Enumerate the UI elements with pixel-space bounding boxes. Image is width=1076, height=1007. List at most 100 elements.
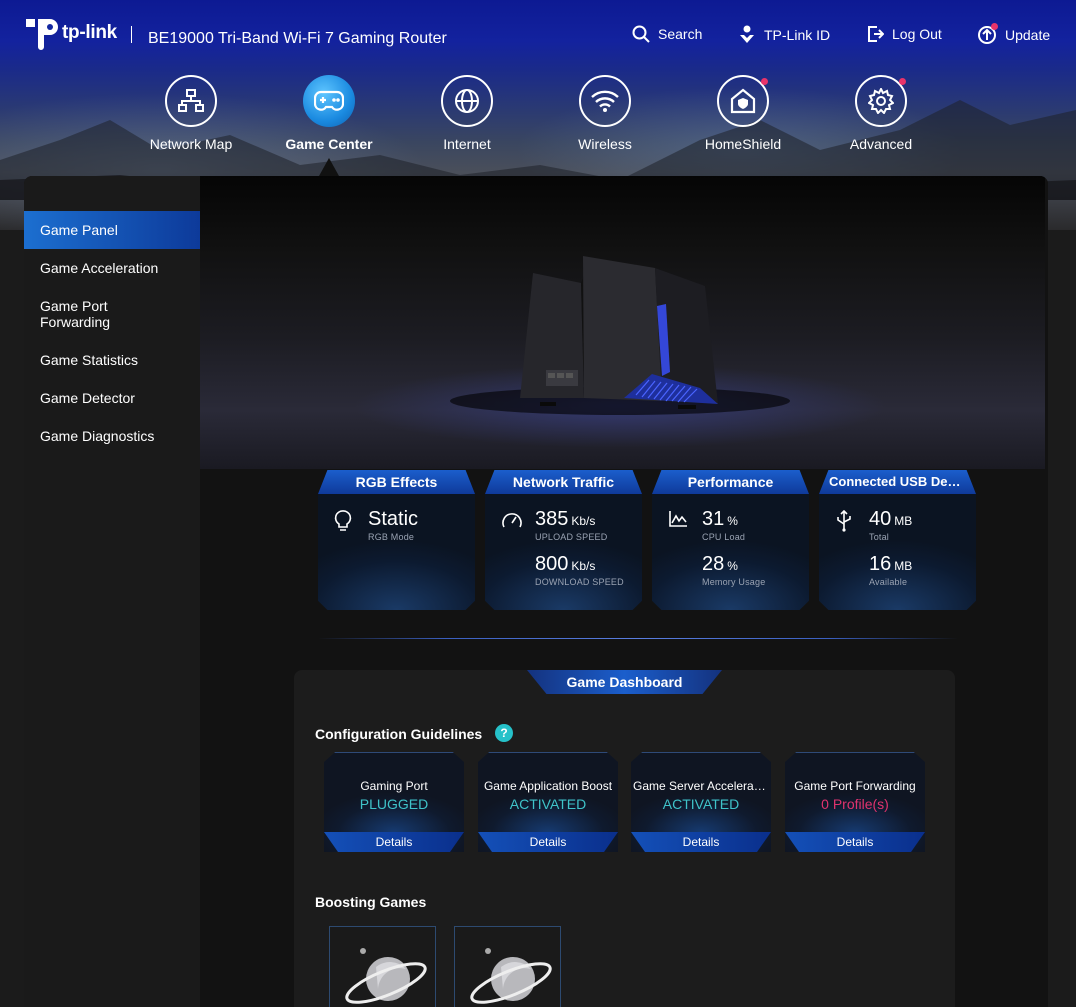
sidebar-item-label: Game Panel — [40, 222, 118, 238]
download-speed-caption: DOWNLOAD SPEED — [535, 577, 624, 587]
rgb-mode-row: Static RGB Mode — [368, 508, 418, 542]
search-button[interactable]: Search — [632, 25, 702, 43]
tplink-id-button[interactable]: TP-Link ID — [738, 25, 830, 45]
configuration-guidelines-heading: Configuration Guidelines — [315, 726, 483, 742]
config-card-name: Game Server Accelerati… — [633, 779, 771, 793]
usb-total-row: 40 MB Total — [869, 508, 912, 542]
update-button[interactable]: Update — [977, 23, 1050, 45]
usb-icon — [837, 510, 851, 532]
nav-network-map[interactable]: Network Map — [131, 75, 251, 152]
usb-devices-card[interactable]: Connected USB Devi… 40 MB Total 16 MB Avai… — [819, 470, 976, 610]
planet-icon — [345, 948, 427, 1004]
advanced-notification-dot — [899, 78, 906, 85]
tplink-logo[interactable]: tp-link — [24, 15, 117, 51]
performance-body: 31% CPU Load 28% Memory Usage — [652, 494, 809, 610]
usb-available-unit: MB — [894, 559, 913, 573]
tplink-id-icon — [740, 25, 754, 43]
network-traffic-card[interactable]: Network Traffic 385 Kb/s UPLOAD SPEED 800… — [485, 470, 642, 610]
homeshield-notification-dot — [761, 78, 768, 85]
sidebar-item-game-statistics[interactable]: Game Statistics — [24, 352, 200, 368]
rgb-effects-title: RGB Effects — [318, 470, 475, 494]
memory-usage-value: 28 — [702, 553, 725, 575]
game-application-boost-card: Game Application Boost ACTIVATED Details — [478, 752, 618, 852]
homeshield-icon — [730, 88, 756, 114]
usb-devices-body: 40 MB Total 16 MB Available — [819, 494, 976, 610]
game-port-forwarding-card: Game Port Forwarding 0 Profile(s) Detail… — [785, 752, 925, 852]
nav-internet-circle — [441, 75, 493, 127]
logout-button[interactable]: Log Out — [866, 25, 942, 43]
logout-label: Log Out — [892, 26, 942, 42]
sidebar-item-game-detector[interactable]: Game Detector — [24, 390, 200, 406]
nav-label: Internet — [443, 136, 491, 152]
search-icon — [632, 25, 650, 43]
performance-title: Performance — [652, 470, 809, 494]
nav-homeshield[interactable]: HomeShield — [683, 75, 803, 152]
upload-speed-unit: Kb/s — [571, 514, 596, 528]
help-icon[interactable]: ? — [495, 724, 513, 742]
gamepad-icon — [314, 90, 344, 111]
nav-homeshield-circle — [717, 75, 769, 127]
usb-devices-title: Connected USB Devi… — [819, 470, 976, 494]
sidebar-item-label: Game Acceleration — [40, 260, 159, 276]
nav-wireless-circle — [579, 75, 631, 127]
router-illustration — [450, 256, 790, 415]
header-separator — [131, 26, 132, 43]
performance-card[interactable]: Performance 31% CPU Load 28% Memory Usag… — [652, 470, 809, 610]
planet-icon — [470, 948, 552, 1004]
globe-icon — [455, 89, 479, 113]
nav-game-center-circle — [303, 75, 355, 127]
game-server-acceleration-details-button[interactable]: Details — [631, 832, 771, 852]
nav-label: HomeShield — [704, 136, 782, 152]
boosting-game-tile[interactable] — [329, 926, 436, 1007]
config-card-name: Gaming Port — [360, 779, 428, 793]
sidebar-item-game-acceleration[interactable]: Game Acceleration — [24, 260, 200, 276]
nav-label: Wireless — [578, 136, 632, 152]
nav-internet[interactable]: Internet — [407, 75, 527, 152]
sidebar-item-game-diagnostics[interactable]: Game Diagnostics — [24, 428, 200, 444]
memory-usage-row: 28% Memory Usage — [702, 553, 765, 587]
upload-speed-row: 385 Kb/s UPLOAD SPEED — [535, 508, 607, 542]
nav-game-center[interactable]: Game Center — [269, 75, 389, 152]
boosting-game-tile[interactable] — [454, 926, 561, 1007]
usb-total-caption: Total — [869, 532, 890, 542]
download-speed-row: 800 Kb/s DOWNLOAD SPEED — [535, 553, 624, 587]
usb-total-unit: MB — [894, 514, 913, 528]
memory-usage-caption: Memory Usage — [702, 577, 766, 587]
game-dashboard-title: Game Dashboard — [527, 670, 722, 694]
sidebar-item-game-panel[interactable]: Game Panel — [24, 211, 200, 249]
logo-text: tp-link — [62, 22, 117, 43]
content-shell: Game Panel Game Acceleration Game Port F… — [24, 176, 1048, 1007]
nav-label: Game Center — [285, 136, 373, 152]
section-divider — [318, 638, 958, 639]
config-card-state: 0 Profile(s) — [821, 796, 889, 812]
nav-label: Network Map — [149, 136, 233, 152]
config-card-state: ACTIVATED — [662, 796, 740, 812]
game-port-forwarding-details-button[interactable]: Details — [785, 832, 925, 852]
usb-available-caption: Available — [869, 577, 908, 587]
sidebar-item-label: Game Statistics — [40, 352, 139, 368]
config-card-state: ACTIVATED — [509, 796, 587, 812]
main-content: RGB Effects Static RGB Mode Network Traf… — [200, 176, 1048, 1007]
upload-speed-caption: UPLOAD SPEED — [535, 532, 608, 542]
wifi-icon — [591, 90, 619, 112]
router-hero-image — [200, 176, 1045, 469]
gaming-port-card: Gaming Port PLUGGED Details — [324, 752, 464, 852]
rgb-mode-caption: RGB Mode — [368, 532, 415, 542]
cpu-load-row: 31% CPU Load — [702, 508, 745, 542]
nav-wireless[interactable]: Wireless — [545, 75, 665, 152]
nav-advanced[interactable]: Advanced — [821, 75, 941, 152]
sidebar-item-label: Game Detector — [40, 390, 135, 406]
network-map-icon — [178, 89, 204, 112]
sidebar-item-game-port-forwarding[interactable]: Game Port Forwarding — [24, 298, 134, 330]
memory-usage-unit: % — [727, 559, 738, 573]
gear-icon — [868, 88, 894, 114]
nav-active-pointer — [319, 158, 339, 176]
gaming-port-details-button[interactable]: Details — [324, 832, 464, 852]
usb-available-row: 16 MB Available — [869, 553, 912, 587]
logout-icon — [868, 26, 884, 42]
update-notification-dot — [991, 23, 998, 30]
usb-total-value: 40 — [869, 508, 892, 530]
game-application-boost-details-button[interactable]: Details — [478, 832, 618, 852]
performance-chart-icon — [669, 511, 687, 527]
rgb-effects-card[interactable]: RGB Effects Static RGB Mode — [318, 470, 475, 610]
